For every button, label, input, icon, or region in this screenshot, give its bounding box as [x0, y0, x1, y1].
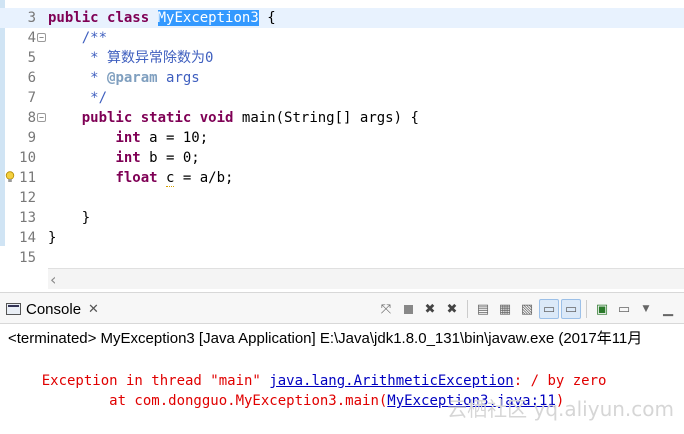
warning-lightbulb-icon[interactable]: [5, 171, 15, 183]
line-number: 12: [19, 190, 36, 206]
code-line[interactable]: 7 */: [0, 88, 684, 108]
word-wrap-icon[interactable]: ▧: [517, 299, 537, 319]
code-text: /**: [81, 30, 108, 46]
display-console-icon[interactable]: ▭: [614, 299, 634, 319]
code-text: }: [48, 210, 91, 226]
show-on-stdout-icon[interactable]: ▭: [539, 299, 559, 319]
code-text: public static void main(String[] args) {: [81, 110, 419, 126]
code-line[interactable]: 11 float c = a/b;: [0, 168, 684, 188]
pin-console-icon[interactable]: ▣: [592, 299, 612, 319]
code-text: int a = 10;: [115, 130, 209, 146]
minimize-icon[interactable]: ▁: [658, 299, 678, 319]
code-text: */: [90, 90, 108, 106]
line-number: 15: [19, 250, 36, 266]
close-icon[interactable]: ✕: [88, 301, 99, 317]
console-output[interactable]: <terminated> MyException3 [Java Applicat…: [0, 324, 684, 434]
code-line[interactable]: 6 * @param args: [0, 68, 684, 88]
scroll-left-icon[interactable]: ‹: [50, 270, 56, 289]
line-number: 4: [27, 30, 36, 46]
line-number: 13: [19, 210, 36, 226]
remove-all-icon[interactable]: ✖: [442, 299, 462, 319]
code-line[interactable]: 14}: [0, 228, 684, 248]
line-number: 3: [27, 10, 36, 26]
line-number: 10: [19, 150, 36, 166]
code-text: float c = a/b;: [115, 170, 234, 187]
line-number: 8: [27, 110, 36, 126]
toolbar-divider: [467, 300, 468, 318]
pin-icon[interactable]: ⤧: [376, 299, 396, 319]
stop-icon[interactable]: [398, 299, 418, 319]
watermark: 云栖社区 yq.aliyun.com: [447, 397, 674, 421]
code-line[interactable]: 3 public class MyException3 {: [0, 8, 684, 28]
line-number: 6: [27, 70, 36, 86]
code-line[interactable]: 4− /**: [0, 28, 684, 48]
stacktrace-prefix: at com.dongguo.MyException3.main(: [41, 393, 388, 409]
code-line[interactable]: 15: [0, 248, 684, 268]
code-line[interactable]: 10 int b = 0;: [0, 148, 684, 168]
view-menu-icon[interactable]: ▼: [636, 299, 656, 319]
tab-console[interactable]: Console ✕: [6, 298, 99, 320]
line-number: 9: [27, 130, 36, 146]
horizontal-scrollbar[interactable]: ‹: [48, 268, 684, 289]
console-tab-label: Console: [26, 300, 82, 318]
fold-toggle-icon[interactable]: −: [37, 113, 46, 122]
code-text: int b = 0;: [115, 150, 200, 166]
console-view-header: Console ✕ ⤧ ✖ ✖ ▤ ▦ ▧ ▭ ▭ ▣ ▭ ▼ ▁: [0, 292, 684, 324]
line-number: 7: [27, 90, 36, 106]
code-text: * @param args: [90, 70, 200, 86]
remove-launch-icon[interactable]: ✖: [420, 299, 440, 319]
line-number: 5: [27, 50, 36, 66]
code-text: * 算数异常除数为0: [90, 50, 214, 66]
code-line[interactable]: 12: [0, 188, 684, 208]
code-line[interactable]: 5 * 算数异常除数为0: [0, 48, 684, 68]
line-number: 14: [19, 230, 36, 246]
console-toolbar: ⤧ ✖ ✖ ▤ ▦ ▧ ▭ ▭ ▣ ▭ ▼ ▁: [376, 299, 678, 319]
clear-console-icon[interactable]: ▤: [473, 299, 493, 319]
scroll-lock-icon[interactable]: ▦: [495, 299, 515, 319]
show-on-stderr-icon[interactable]: ▭: [561, 299, 581, 319]
fold-toggle-icon[interactable]: −: [37, 33, 46, 42]
code-line[interactable]: 13 }: [0, 208, 684, 228]
code-text: public class MyException3 {: [48, 10, 276, 26]
code-editor[interactable]: 3 public class MyException3 {4− /** 5 * 算数…: [0, 0, 684, 289]
code-text: }: [48, 230, 57, 246]
console-status: <terminated> MyException3 [Java Applicat…: [8, 330, 643, 347]
code-line[interactable]: 9 int a = 10;: [0, 128, 684, 148]
console-icon: [6, 303, 21, 315]
toolbar-divider: [586, 300, 587, 318]
code-line[interactable]: 8− public static void main(String[] args…: [0, 108, 684, 128]
